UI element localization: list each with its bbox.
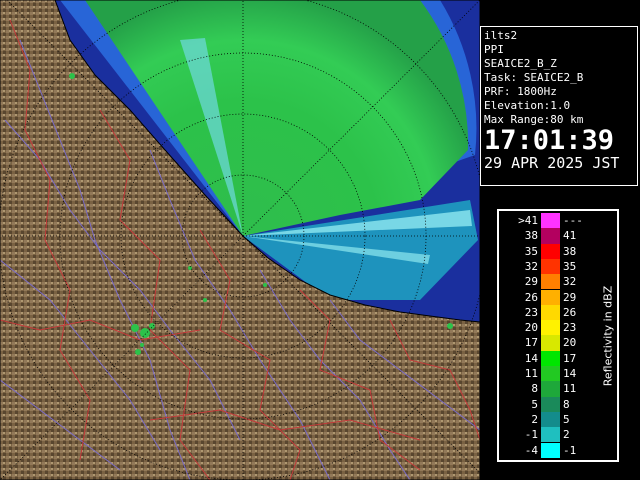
legend-upper-bound: 5 [563,412,570,426]
legend-lower-bound: -4 [524,443,538,457]
legend-lower-bound: 17 [524,336,538,350]
legend-upper-bound: 41 [563,229,577,243]
legend-upper-bound: 20 [563,336,577,350]
legend-row: 32 35 [499,258,599,275]
legend-lower-bound: 26 [524,290,538,304]
legend-swatch [541,366,560,382]
legend-upper-bound: 23 [563,321,577,335]
legend-row: 23 26 [499,304,599,321]
scan-time: 17:01:39 [484,125,615,156]
legend-swatch [541,411,560,428]
legend-row: 17 20 [499,335,599,351]
legend-swatch [541,274,560,290]
legend-row: 35 38 [499,243,599,259]
legend-upper-bound: 32 [563,275,577,289]
legend-lower-bound: 2 [531,412,538,426]
legend-swatch [541,304,560,321]
legend-upper-bound: 8 [563,397,570,411]
legend-swatch [541,396,560,412]
legend-lower-bound: 11 [524,367,538,380]
legend-lower-bound: 29 [524,275,538,289]
legend-swatch [541,442,560,458]
product-name: SEAICE2_B_Z [484,57,557,70]
legend-row: 11 14 [499,366,599,382]
legend-upper-bound: 17 [563,351,577,365]
legend-lower-bound: 8 [531,382,538,396]
task-name: Task: SEAICE2_B [484,71,584,84]
reflectivity-legend: >41 --- 38 41 35 38 32 35 29 32 26 29 23 26 20 23 17 20 14… [497,209,619,462]
legend-row: 38 41 [499,228,599,244]
legend-swatch [541,289,560,305]
legend-upper-bound: --- [563,214,583,227]
legend-swatch [541,350,560,366]
legend-swatch [541,228,560,244]
legend-upper-bound: 14 [563,367,577,380]
legend-row: -1 2 [499,427,599,443]
legend-lower-bound: 32 [524,259,538,273]
legend-unit: Reflectivity in dBZ [599,211,617,460]
scan-date: 29 APR 2025 JST [484,154,620,172]
station-name: ilts2 [484,29,518,42]
legend-swatch [541,335,560,351]
legend-upper-bound: -1 [563,443,577,457]
legend-lower-bound: 35 [524,244,538,258]
legend-upper-bound: 35 [563,259,577,273]
legend-swatch [541,320,560,336]
legend-row: 8 11 [499,381,599,397]
legend-upper-bound: 26 [563,305,577,319]
scan-type: PPI [484,43,504,56]
legend-upper-bound: 29 [563,290,577,304]
legend-lower-bound: 5 [531,397,538,411]
legend-swatch [541,427,560,443]
legend-lower-bound: 23 [524,305,538,319]
scan-info-panel: ilts2 PPI SEAICE2_B_Z Task: SEAICE2_B PR… [480,26,638,186]
legend-lower-bound: >41 [518,214,538,227]
legend-lower-bound: 20 [524,321,538,335]
legend-row: 58 [499,396,599,412]
legend-row: 26 29 [499,289,599,305]
legend-row: >41 --- [499,213,599,229]
elevation-value: Elevation:1.0 [484,99,571,112]
legend-row: 14 17 [499,350,599,366]
legend-lower-bound: -1 [524,428,538,442]
legend-row: 25 [499,411,599,428]
prf-value: PRF: 1800Hz [484,85,557,98]
legend-upper-bound: 2 [563,428,570,442]
legend-lower-bound: 38 [524,229,538,243]
legend-swatch [541,381,560,397]
legend-unit-label: Reflectivity in dBZ [601,285,615,386]
legend-row: 20 23 [499,320,599,336]
legend-upper-bound: 38 [563,244,577,258]
radar-display: ilts2 PPI SEAICE2_B_Z Task: SEAICE2_B PR… [0,0,640,480]
legend-row: 29 32 [499,274,599,290]
legend-swatch [541,243,560,259]
legend-lower-bound: 14 [524,351,538,365]
legend-upper-bound: 11 [563,382,577,396]
legend-swatch [541,258,560,275]
legend-swatch [541,213,560,229]
legend-row: -4 -1 [499,442,599,458]
